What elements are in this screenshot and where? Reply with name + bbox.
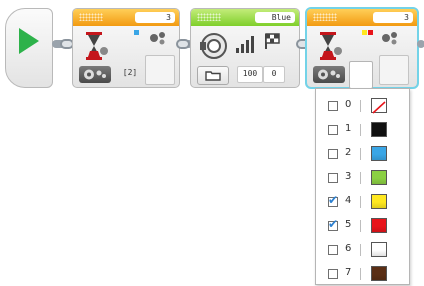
sequence-wire: [417, 40, 424, 48]
color-option-number: 3: [345, 171, 352, 182]
color-indicator-icon: [134, 30, 139, 35]
no-color-swatch-icon: [371, 98, 387, 114]
separator: [360, 220, 361, 232]
block-header: 3: [307, 9, 417, 26]
play-type-icon: [265, 33, 280, 49]
separator: [360, 244, 361, 256]
color-option-2[interactable]: 2: [316, 142, 409, 166]
speaker-icon: [200, 33, 227, 59]
separator: [360, 172, 361, 184]
separator: [360, 148, 361, 160]
check-icon: ✔: [328, 193, 339, 207]
green-swatch-icon: [371, 170, 387, 185]
sound-block[interactable]: Blue 100 0: [190, 8, 300, 88]
color-sensor-icon: [150, 32, 165, 45]
block-header: 3: [73, 9, 179, 26]
color-option-checkbox[interactable]: [328, 125, 338, 135]
play-icon: [19, 28, 39, 54]
brown-swatch-icon: [371, 266, 387, 281]
color-option-4[interactable]: ✔ 4: [316, 190, 409, 214]
start-block[interactable]: [5, 8, 53, 88]
separator: [360, 124, 361, 136]
separator: [360, 196, 361, 208]
mode-icon: [84, 69, 106, 80]
color-option-checkbox[interactable]: [328, 101, 338, 111]
red-swatch-icon: [371, 218, 387, 233]
color-option-1[interactable]: 1: [316, 118, 409, 142]
color-option-number: 2: [345, 147, 352, 158]
color-sensor-icon: [382, 32, 397, 45]
check-icon: ✔: [328, 217, 339, 231]
folder-icon: [205, 71, 221, 81]
block-label[interactable]: 3: [373, 12, 413, 23]
color-indicator-icon: [368, 30, 373, 35]
color-option-checkbox[interactable]: [328, 149, 338, 159]
volume-param[interactable]: 100: [237, 66, 263, 83]
blue-swatch-icon: [371, 146, 387, 161]
color-option-number: 6: [345, 243, 352, 254]
file-selector[interactable]: [197, 66, 229, 85]
mode-icon: [318, 69, 340, 80]
color-option-7[interactable]: 7: [316, 262, 409, 286]
color-option-number: 7: [345, 267, 352, 278]
mode-selector[interactable]: [79, 66, 111, 83]
color-dropdown[interactable]: 0 1 2 3 ✔ 4 ✔ 5 6 7: [315, 88, 410, 285]
color-option-checkbox[interactable]: [328, 269, 338, 279]
play-type-param[interactable]: 0: [263, 66, 285, 83]
volume-icon: [236, 36, 254, 53]
mode-selector[interactable]: [313, 66, 345, 83]
param-slot[interactable]: [145, 55, 175, 85]
wire-connector[interactable]: [176, 39, 190, 49]
hourglass-icon: [86, 32, 108, 60]
color-set-param[interactable]: [2]: [119, 66, 141, 83]
color-option-5[interactable]: ✔ 5: [316, 214, 409, 238]
color-option-checkbox[interactable]: [328, 173, 338, 183]
white-swatch-icon: [371, 242, 387, 257]
separator: [360, 268, 361, 280]
color-option-6[interactable]: 6: [316, 238, 409, 262]
wait-block[interactable]: 3 [2]: [72, 8, 180, 88]
color-option-number: 5: [345, 219, 352, 230]
block-header: Blue: [191, 9, 299, 26]
color-option-checkbox[interactable]: [328, 245, 338, 255]
wait-block-selected[interactable]: 3: [305, 7, 419, 89]
color-set-param-open[interactable]: [349, 61, 373, 89]
hourglass-icon: [320, 32, 342, 60]
param-slot[interactable]: [379, 55, 409, 85]
color-indicator-icon: [362, 30, 367, 35]
color-option-number: 4: [345, 195, 352, 206]
block-label[interactable]: Blue: [255, 12, 295, 23]
black-swatch-icon: [371, 122, 387, 137]
color-option-number: 1: [345, 123, 352, 134]
block-label[interactable]: 3: [135, 12, 175, 23]
color-option-0[interactable]: 0: [316, 94, 409, 118]
yellow-swatch-icon: [371, 194, 387, 209]
color-option-number: 0: [345, 99, 352, 110]
color-option-checkbox[interactable]: ✔: [328, 193, 338, 207]
color-option-3[interactable]: 3: [316, 166, 409, 190]
color-option-checkbox[interactable]: ✔: [328, 217, 338, 231]
separator: [360, 100, 361, 112]
